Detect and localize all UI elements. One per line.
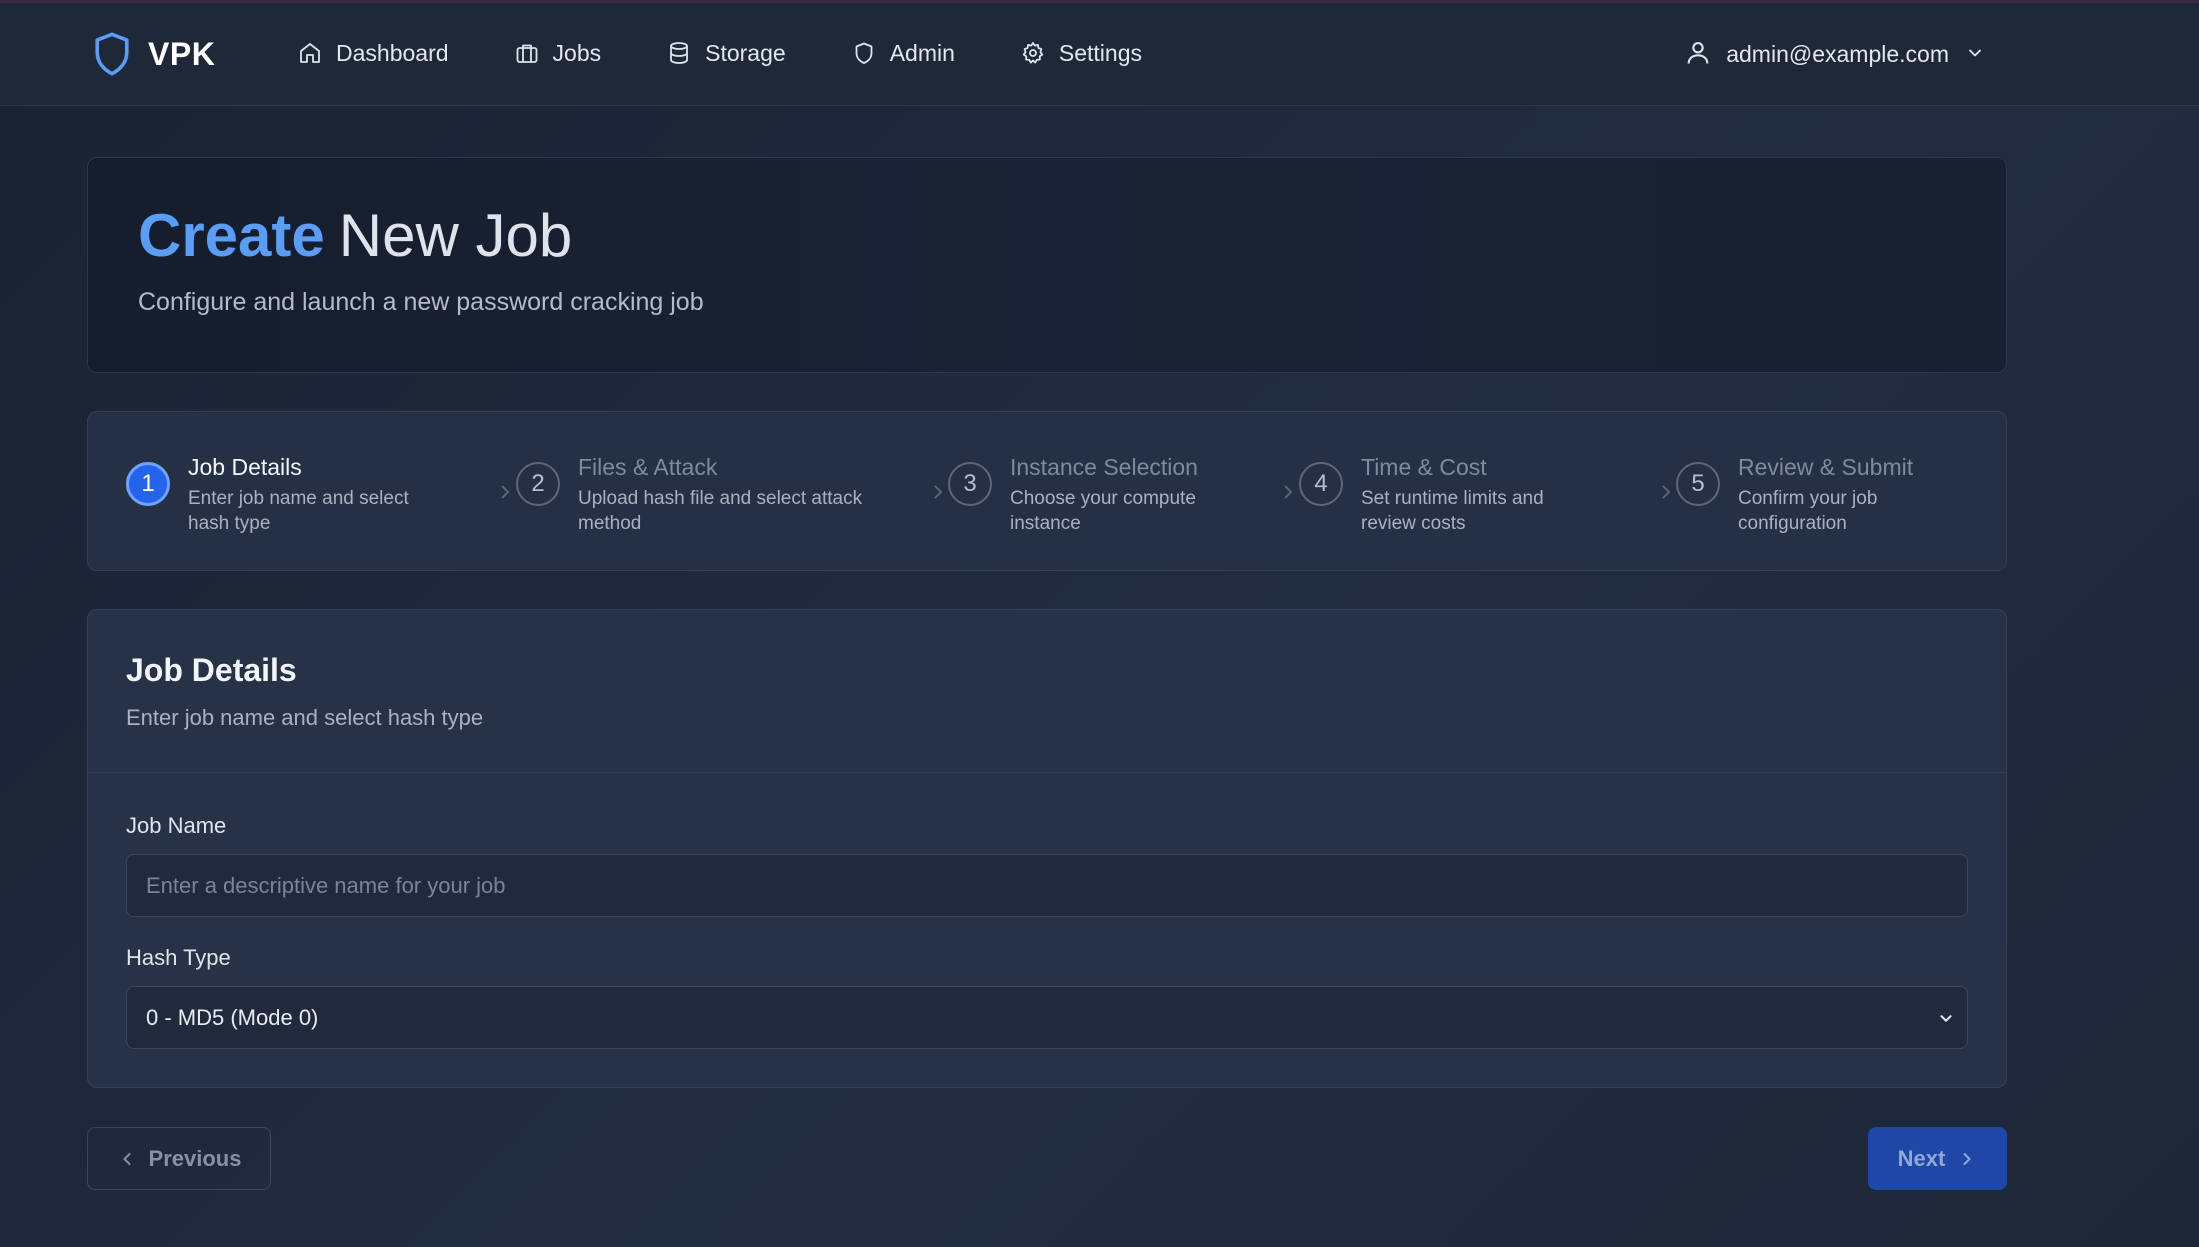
step-description: Set runtime limits and review costs bbox=[1361, 487, 1544, 534]
gear-icon bbox=[1019, 39, 1047, 67]
chevron-right-icon bbox=[1662, 485, 1671, 499]
card-subtitle: Enter job name and select hash type bbox=[126, 705, 484, 730]
job-details-card: Job Details Enter job name and select ha… bbox=[87, 609, 2007, 1088]
card-title: Job Details bbox=[126, 652, 297, 688]
hash-type-value: 0 - MD5 (Mode 0) bbox=[146, 1004, 319, 1030]
step-number: 2 bbox=[516, 462, 560, 506]
home-icon bbox=[296, 39, 324, 67]
step-instance-selection[interactable]: 3 Instance Selection Choose your compute… bbox=[948, 454, 1198, 536]
previous-button[interactable]: Previous bbox=[87, 1127, 271, 1190]
previous-button-label: Previous bbox=[148, 1145, 242, 1171]
hash-type-label: Hash Type bbox=[126, 945, 231, 970]
page-header-card: Create New Job Configure and launch a new… bbox=[87, 157, 2007, 373]
page-title-rest: New Job bbox=[338, 202, 573, 269]
nav-storage[interactable]: Storage bbox=[665, 39, 786, 67]
step-number: 1 bbox=[126, 462, 170, 506]
chevron-right-icon bbox=[1284, 485, 1293, 499]
nav-admin[interactable]: Admin bbox=[850, 39, 955, 67]
nav-jobs-label: Jobs bbox=[552, 39, 602, 66]
nav-admin-label: Admin bbox=[889, 39, 955, 66]
step-title: Time & Cost bbox=[1361, 454, 1487, 480]
brand-name: VPK bbox=[148, 35, 216, 72]
job-name-label: Job Name bbox=[126, 813, 227, 838]
step-title: Instance Selection bbox=[1010, 454, 1198, 480]
step-job-details[interactable]: 1 Job Details Enter job name and select h… bbox=[126, 454, 409, 536]
database-icon bbox=[665, 39, 693, 67]
chevron-left-icon bbox=[123, 1152, 131, 1165]
nav-settings[interactable]: Settings bbox=[1019, 39, 1142, 67]
briefcase-icon bbox=[513, 39, 541, 67]
next-button[interactable]: Next bbox=[1868, 1127, 2007, 1190]
shield-icon bbox=[850, 39, 878, 67]
step-number: 4 bbox=[1299, 462, 1343, 506]
step-title: Files & Attack bbox=[578, 454, 718, 480]
step-description: Enter job name and select hash type bbox=[188, 487, 409, 534]
nav-storage-label: Storage bbox=[705, 39, 786, 66]
wizard-stepper: 1 Job Details Enter job name and select h… bbox=[87, 411, 2007, 571]
nav-jobs[interactable]: Jobs bbox=[513, 39, 602, 67]
nav-dashboard[interactable]: Dashboard bbox=[296, 39, 449, 67]
step-title: Job Details bbox=[188, 454, 302, 480]
brand[interactable]: VPK bbox=[90, 29, 215, 79]
user-menu[interactable]: admin@example.com bbox=[1684, 39, 1987, 69]
step-review-submit[interactable]: 5 Review & Submit Confirm your job config… bbox=[1676, 454, 1913, 536]
next-button-label: Next bbox=[1897, 1145, 1946, 1171]
job-name-input[interactable] bbox=[126, 854, 1968, 917]
step-description: Upload hash file and select attack method bbox=[578, 487, 863, 534]
chevron-right-icon bbox=[1963, 1152, 1971, 1165]
chevron-right-icon bbox=[501, 485, 510, 499]
page-title-accent: Create bbox=[138, 202, 325, 269]
step-number: 5 bbox=[1676, 462, 1720, 506]
step-description: Confirm your job configuration bbox=[1738, 487, 1878, 534]
user-icon bbox=[1684, 39, 1714, 69]
hash-type-select[interactable]: 0 - MD5 (Mode 0) bbox=[126, 986, 1968, 1049]
page-title: Create New Job bbox=[138, 206, 572, 266]
nav-dashboard-label: Dashboard bbox=[336, 39, 449, 66]
user-email: admin@example.com bbox=[1726, 40, 1949, 67]
step-time-cost[interactable]: 4 Time & Cost Set runtime limits and revi… bbox=[1299, 454, 1544, 536]
chevron-down-icon bbox=[1965, 43, 1987, 65]
step-files-attack[interactable]: 2 Files & Attack Upload hash file and se… bbox=[516, 454, 862, 536]
step-number: 3 bbox=[948, 462, 992, 506]
step-description: Choose your compute instance bbox=[1010, 487, 1196, 534]
nav-settings-label: Settings bbox=[1058, 39, 1142, 66]
chevron-down-icon bbox=[1940, 1015, 1952, 1022]
shield-logo-icon bbox=[90, 29, 134, 79]
top-navbar: VPK Dashboard Jobs Storage Admin Setting… bbox=[0, 0, 2199, 106]
card-header: Job Details Enter job name and select ha… bbox=[88, 610, 2006, 773]
chevron-right-icon bbox=[934, 485, 943, 499]
page-subtitle: Configure and launch a new password crac… bbox=[138, 288, 704, 316]
step-title: Review & Submit bbox=[1738, 454, 1914, 480]
main-nav: Dashboard Jobs Storage Admin Settings bbox=[296, 39, 1206, 67]
